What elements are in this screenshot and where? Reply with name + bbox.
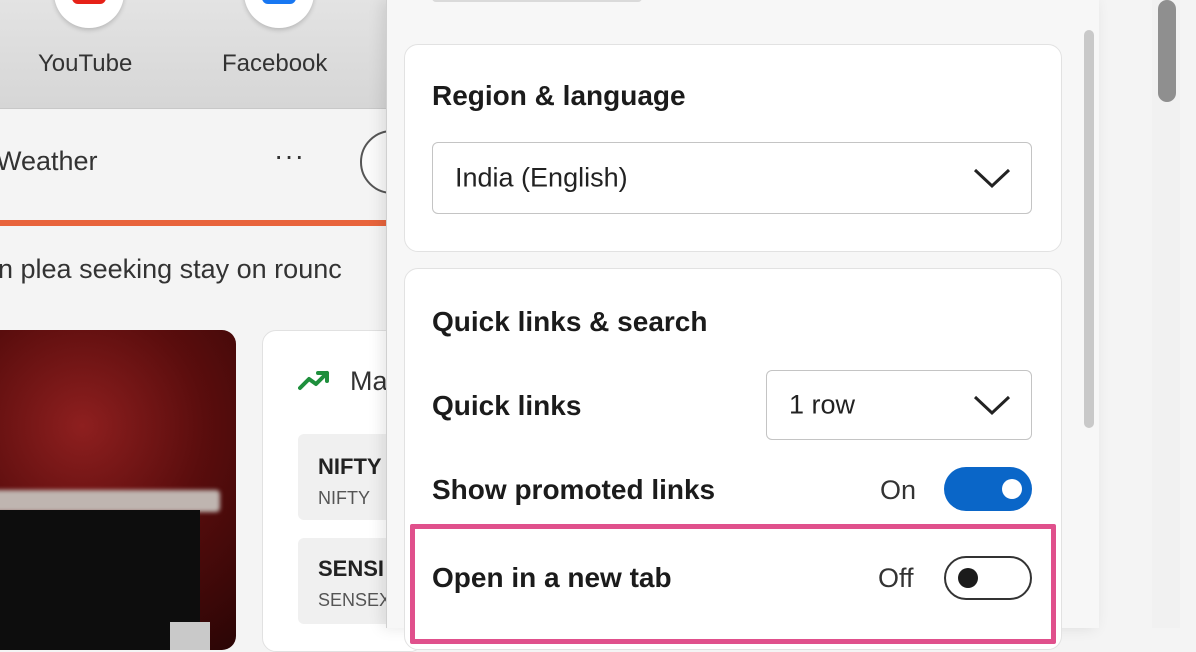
- news-image-card[interactable]: [0, 330, 236, 650]
- promoted-links-toggle[interactable]: [944, 467, 1032, 511]
- open-in-new-tab-label: Open in a new tab: [432, 562, 672, 593]
- show-promoted-links-label: Show promoted links: [432, 474, 716, 505]
- open-in-new-tab-state: Off: [878, 563, 914, 593]
- nav-item-weather[interactable]: Weather: [0, 146, 98, 177]
- region-language-value: India (English): [455, 162, 628, 193]
- chevron-down-icon: [973, 168, 1011, 189]
- news-headline[interactable]: n plea seeking stay on rounc: [0, 254, 342, 285]
- chevron-down-icon: [973, 395, 1011, 416]
- promoted-links-state: On: [880, 475, 917, 505]
- more-options-icon[interactable]: ···: [274, 140, 305, 172]
- markets-title: Ma: [350, 366, 388, 396]
- panel-header-fragment: [432, 0, 642, 2]
- quick-link-label: YouTube: [38, 50, 133, 77]
- quick-links-rows-value: 1 row: [789, 389, 856, 420]
- toggle-knob: [958, 568, 978, 588]
- quick-links-label: Quick links: [432, 390, 582, 421]
- quick-link-label: Facebook: [222, 50, 328, 77]
- quick-links-search-title: Quick links & search: [432, 306, 708, 337]
- region-language-title: Region & language: [432, 80, 686, 111]
- stock-name: SENSI: [318, 556, 385, 581]
- image-light-spot: [170, 622, 210, 650]
- panel-scrollbar-thumb[interactable]: [1084, 30, 1094, 428]
- quick-links-rows-dropdown[interactable]: 1 row: [766, 370, 1032, 440]
- stock-subtitle: SENSEX: [318, 590, 392, 610]
- image-shelf: [0, 490, 220, 512]
- open-in-new-tab-toggle[interactable]: [944, 556, 1032, 600]
- region-language-dropdown[interactable]: India (English): [432, 142, 1032, 214]
- active-tab-underline: [0, 220, 390, 226]
- trending-up-icon: [298, 371, 329, 390]
- stock-subtitle: NIFTY: [318, 488, 370, 508]
- toggle-knob: [1002, 479, 1022, 499]
- stock-name: NIFTY: [318, 454, 382, 479]
- window-scrollbar-thumb[interactable]: [1158, 0, 1176, 102]
